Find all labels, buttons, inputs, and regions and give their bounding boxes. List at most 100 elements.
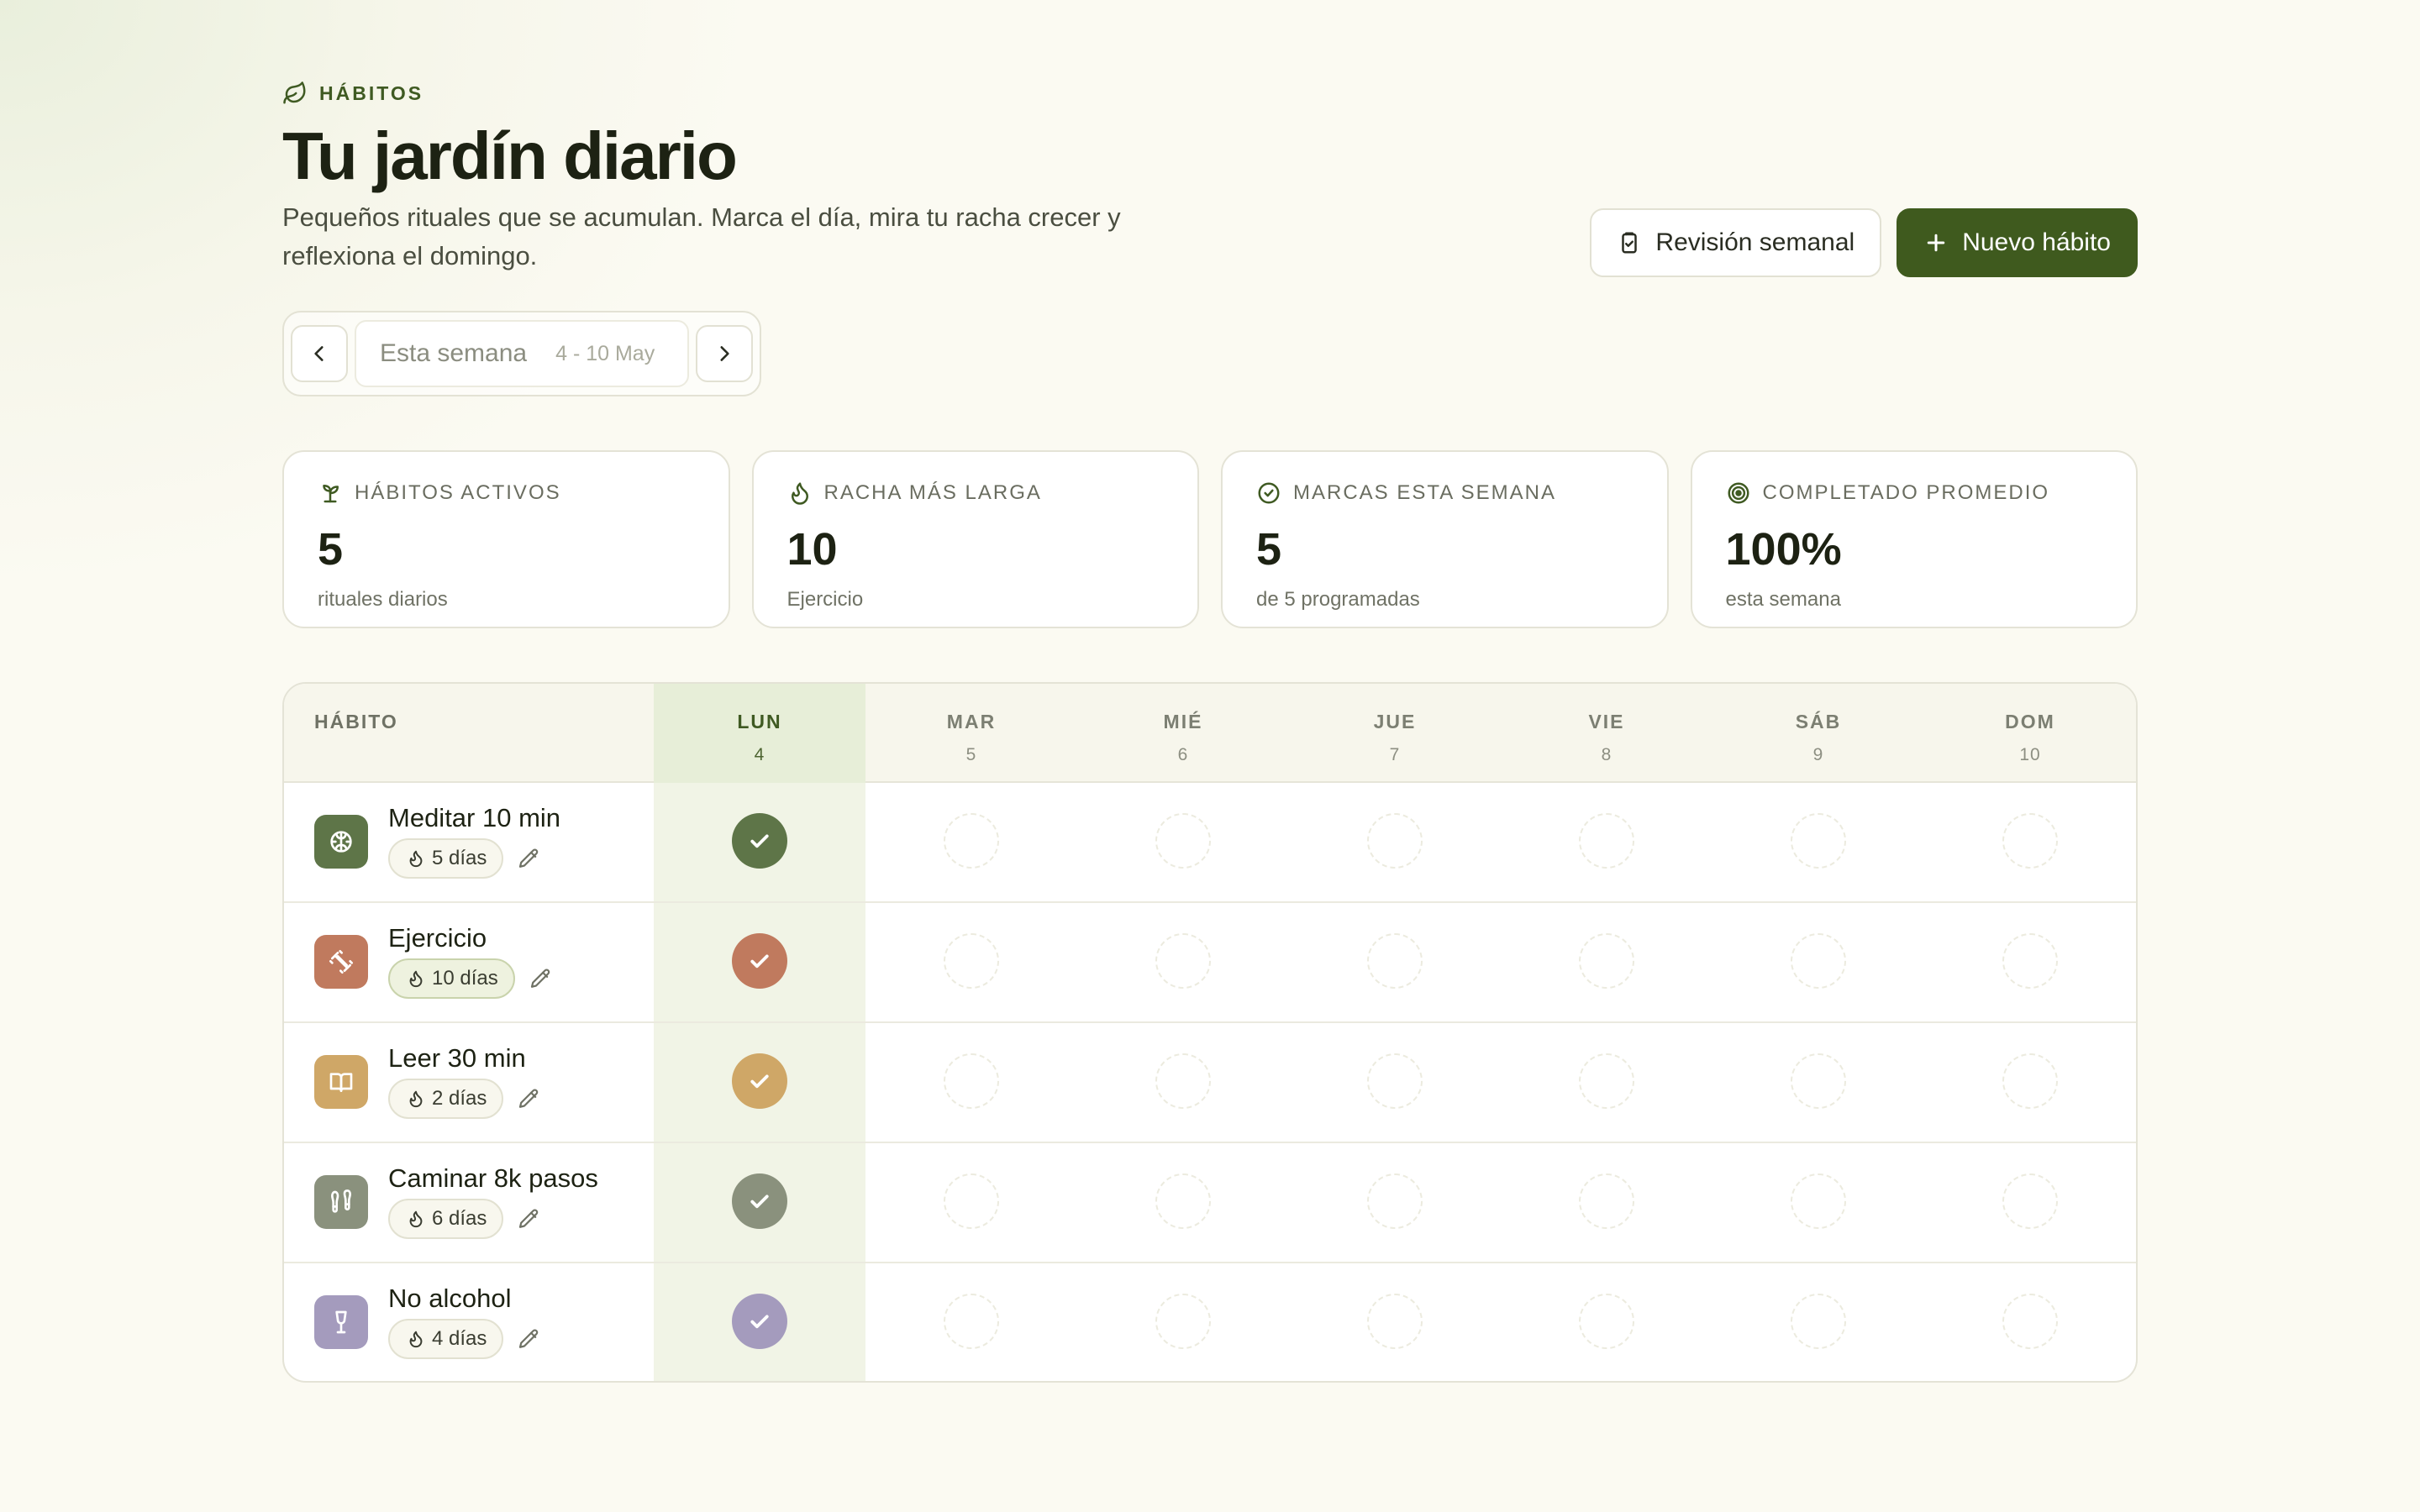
day-check-empty[interactable]: [2002, 933, 2058, 989]
sprout-icon: [323, 485, 339, 503]
day-check-empty[interactable]: [2002, 1173, 2058, 1229]
day-header-jue: JUE 7: [1289, 684, 1501, 783]
day-check-empty[interactable]: [1579, 1173, 1634, 1229]
next-week-button[interactable]: [696, 325, 753, 382]
stat-label: RACHA MÁS LARGA: [823, 481, 1042, 504]
check-icon: [750, 1074, 769, 1089]
habit-row: Meditar 10 min 5 días: [284, 783, 2136, 903]
header-actions: Revisión semanal Nuevo hábito: [1590, 208, 2138, 277]
stat-subtext: esta semana: [1725, 588, 1841, 611]
day-check-empty[interactable]: [1579, 813, 1634, 869]
page: HÁBITOS Tu jardín diario Pequeños ritual…: [282, 0, 2138, 1512]
edit-habit-button[interactable]: [516, 1207, 541, 1232]
streak-label: 2 días: [432, 1087, 487, 1110]
day-check-done[interactable]: [732, 813, 787, 869]
day-number: 8: [1601, 745, 1612, 764]
habit-grid: HÁBITO LUN 4 MAR 5 MIÉ 6 JUE 7 VIE 8 SÁB 9 DOM 10 Med…: [282, 682, 2138, 1383]
book-icon: [329, 1073, 353, 1092]
flame-icon: [409, 1210, 423, 1228]
chevron-right-icon: [720, 346, 729, 361]
day-check-done[interactable]: [732, 1173, 787, 1229]
day-header-vie: VIE 8: [1501, 684, 1712, 783]
day-check-empty[interactable]: [1155, 1053, 1211, 1109]
day-number: 7: [1389, 745, 1401, 764]
day-check-empty[interactable]: [1791, 813, 1846, 869]
day-number: 5: [965, 745, 977, 764]
day-check-empty[interactable]: [1791, 1053, 1846, 1109]
habit-name[interactable]: Ejercicio: [388, 923, 487, 953]
pencil-icon: [518, 1329, 539, 1348]
day-check-empty[interactable]: [944, 813, 999, 869]
new-habit-button[interactable]: Nuevo hábito: [1897, 208, 2138, 277]
day-check-empty[interactable]: [1791, 1173, 1846, 1229]
dumbbell-icon: [329, 950, 353, 974]
day-check-empty[interactable]: [944, 1053, 999, 1109]
streak-badge: 4 días: [388, 1319, 504, 1359]
day-check-done[interactable]: [732, 933, 787, 989]
day-check-empty[interactable]: [1367, 1294, 1423, 1349]
day-check-empty[interactable]: [944, 933, 999, 989]
day-header-mié: MIÉ 6: [1077, 684, 1289, 783]
streak-label: 5 días: [432, 847, 487, 869]
edit-habit-button[interactable]: [516, 1087, 541, 1112]
habit-row: No alcohol 4 días: [284, 1263, 2136, 1381]
streak-badge: 2 días: [388, 1079, 504, 1119]
stat-label: MARCAS ESTA SEMANA: [1293, 481, 1556, 504]
day-check-empty[interactable]: [1367, 1173, 1423, 1229]
day-check-empty[interactable]: [1579, 933, 1634, 989]
edit-habit-button[interactable]: [528, 967, 553, 992]
day-check-empty[interactable]: [2002, 1294, 2058, 1349]
day-check-empty[interactable]: [1155, 933, 1211, 989]
habit-row: Leer 30 min 2 días: [284, 1023, 2136, 1143]
new-habit-label: Nuevo hábito: [1962, 228, 2111, 256]
day-check-empty[interactable]: [1579, 1294, 1634, 1349]
day-name: MIÉ: [1163, 711, 1203, 732]
day-check-empty[interactable]: [2002, 813, 2058, 869]
streak-label: 10 días: [432, 967, 498, 990]
day-name: JUE: [1373, 711, 1417, 732]
habit-name[interactable]: Leer 30 min: [388, 1043, 526, 1074]
pencil-icon: [518, 1209, 539, 1228]
stat-card-average-completion: COMPLETADO PROMEDIO 100% esta semana: [1690, 450, 2138, 628]
habit-name[interactable]: No alcohol: [388, 1284, 511, 1314]
day-check-empty[interactable]: [1367, 813, 1423, 869]
habit-icon-badge: [314, 1295, 368, 1349]
habit-name[interactable]: Caminar 8k pasos: [388, 1163, 598, 1194]
flame-icon: [409, 970, 423, 988]
weekly-review-button[interactable]: Revisión semanal: [1590, 208, 1882, 277]
week-range: 4 - 10 May: [555, 341, 655, 365]
day-check-empty[interactable]: [1367, 1053, 1423, 1109]
flame-icon: [409, 850, 423, 868]
page-title: Tu jardín diario: [282, 118, 738, 193]
pencil-icon: [530, 969, 550, 988]
stat-subtext: rituales diarios: [318, 588, 448, 611]
previous-week-button[interactable]: [291, 325, 348, 382]
day-check-empty[interactable]: [1791, 1294, 1846, 1349]
streak-label: 4 días: [432, 1327, 487, 1350]
day-check-empty[interactable]: [1155, 813, 1211, 869]
day-check-empty[interactable]: [1791, 933, 1846, 989]
habit-column-header: HÁBITO: [314, 711, 398, 732]
day-number: 6: [1177, 745, 1189, 764]
day-check-empty[interactable]: [1155, 1294, 1211, 1349]
habit-name[interactable]: Meditar 10 min: [388, 803, 560, 833]
week-selector[interactable]: Esta semana 4 - 10 May: [355, 320, 689, 387]
brain-icon: [330, 831, 352, 853]
day-check-empty[interactable]: [1155, 1173, 1211, 1229]
stat-label: HÁBITOS ACTIVOS: [355, 481, 561, 504]
day-check-empty[interactable]: [2002, 1053, 2058, 1109]
day-check-empty[interactable]: [944, 1294, 999, 1349]
check-icon: [750, 1315, 769, 1329]
day-check-done[interactable]: [732, 1294, 787, 1349]
day-check-empty[interactable]: [944, 1173, 999, 1229]
edit-habit-button[interactable]: [516, 847, 541, 872]
edit-habit-button[interactable]: [516, 1327, 541, 1352]
streak-badge: 5 días: [388, 838, 504, 879]
habit-icon-badge: [314, 1055, 368, 1109]
glass-icon: [335, 1310, 347, 1334]
day-number: 4: [754, 745, 765, 764]
day-check-done[interactable]: [732, 1053, 787, 1109]
day-check-empty[interactable]: [1579, 1053, 1634, 1109]
day-header-lun: LUN 4: [654, 684, 865, 783]
day-check-empty[interactable]: [1367, 933, 1423, 989]
